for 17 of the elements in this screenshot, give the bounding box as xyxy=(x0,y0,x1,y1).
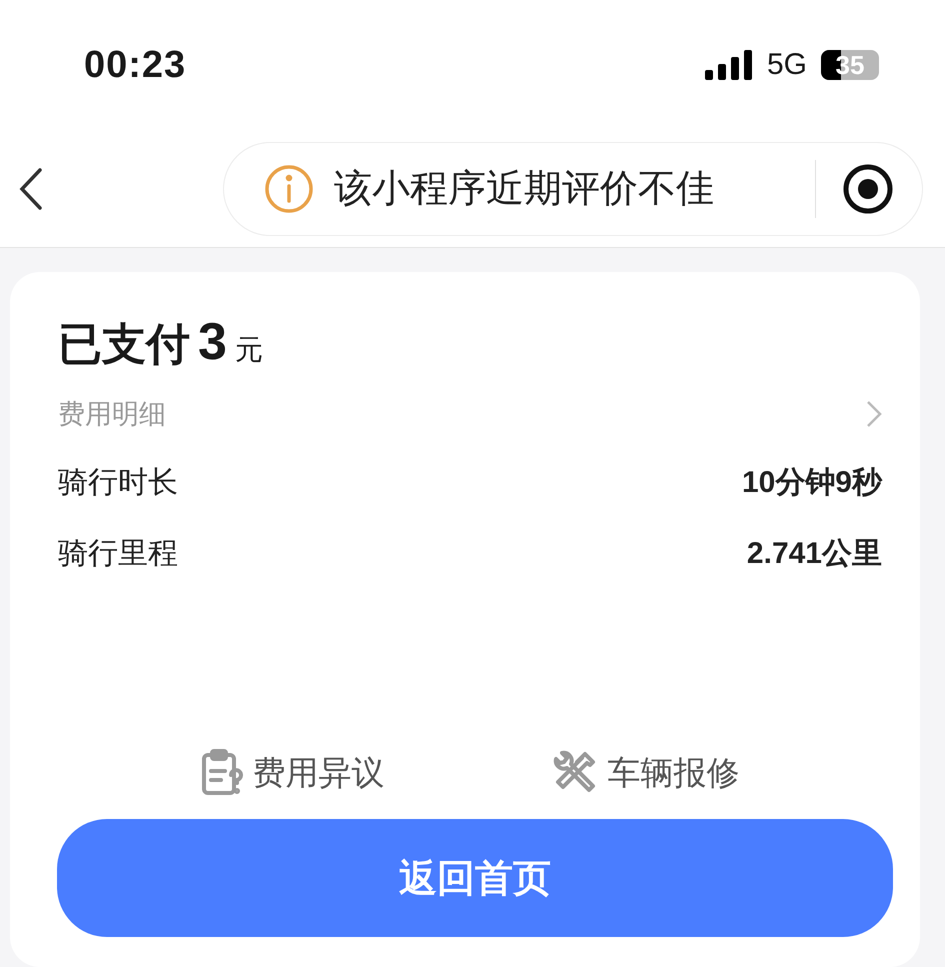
row-label: 骑行时长 xyxy=(58,465,178,501)
close-target-icon[interactable] xyxy=(842,162,894,214)
home-button[interactable]: 返回首页 xyxy=(57,819,893,937)
paid-label: 已支付 xyxy=(58,319,190,371)
row-value: 10分钟9秒 xyxy=(742,465,882,501)
network-label: 5G xyxy=(766,48,807,82)
clock-time: 00:23 xyxy=(84,44,186,86)
paid-amount: 3 xyxy=(198,312,227,372)
signal-icon xyxy=(704,50,753,80)
currency-unit: 元 xyxy=(234,333,263,367)
row-label: 骑行里程 xyxy=(58,536,178,572)
repair-action[interactable]: 车辆报修 xyxy=(550,749,740,797)
row-value: 2.741公里 xyxy=(746,536,882,572)
info-icon xyxy=(264,164,314,214)
dispute-action[interactable]: 费用异议 xyxy=(200,749,384,797)
notice-text[interactable]: 该小程序近期评价不佳 xyxy=(334,163,714,214)
clipboard-question-icon xyxy=(200,749,242,797)
